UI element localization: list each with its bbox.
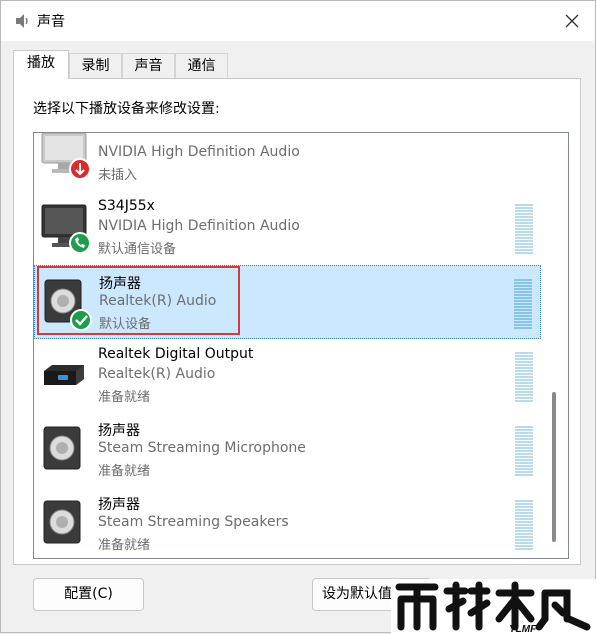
title-bar: 声音 bbox=[1, 1, 595, 41]
device-name: 扬声器 bbox=[98, 423, 140, 439]
device-driver: NVIDIA High Definition Audio bbox=[98, 144, 300, 160]
device-name: Realtek Digital Output bbox=[98, 346, 254, 362]
monitor-disconnected-icon bbox=[41, 133, 91, 180]
speaker-title-icon bbox=[16, 14, 28, 28]
device-driver: NVIDIA High Definition Audio bbox=[98, 218, 300, 234]
close-icon bbox=[565, 14, 579, 28]
phone-badge-icon bbox=[69, 232, 91, 254]
instruction-text: 选择以下播放设备来修改设置: bbox=[33, 101, 220, 117]
watermark-logo: YLMF bbox=[391, 579, 596, 634]
tab-recording[interactable]: 录制 bbox=[69, 53, 122, 78]
vertical-scrollbar[interactable] bbox=[540, 133, 568, 558]
monitor-icon bbox=[41, 204, 91, 254]
device-driver: Realtek(R) Audio bbox=[98, 366, 216, 382]
device-item[interactable]: 扬声器 Steam Streaming Microphone 准备就绪 bbox=[34, 413, 541, 487]
digital-output-icon bbox=[44, 365, 84, 385]
device-item[interactable]: 扬声器 Steam Streaming Speakers 准备就绪 bbox=[34, 487, 541, 558]
device-item[interactable]: S34J55x NVIDIA High Definition Audio 默认通… bbox=[34, 191, 541, 265]
device-item-selected[interactable]: 扬声器 Realtek(R) Audio 默认设备 bbox=[34, 265, 541, 339]
volume-meter bbox=[515, 500, 533, 550]
volume-meter bbox=[515, 204, 533, 254]
device-status: 准备就绪 bbox=[98, 390, 151, 405]
window-title: 声音 bbox=[37, 14, 65, 30]
device-driver: Steam Streaming Speakers bbox=[98, 514, 289, 530]
volume-meter bbox=[514, 279, 532, 329]
configure-button[interactable]: 配置(C) bbox=[33, 578, 144, 611]
speaker-icon bbox=[43, 426, 81, 470]
volume-meter bbox=[515, 352, 533, 402]
device-status: 准备就绪 bbox=[98, 538, 151, 553]
tab-communications[interactable]: 通信 bbox=[175, 53, 228, 78]
speaker-icon bbox=[43, 500, 81, 544]
annotation-highlight-box bbox=[37, 266, 240, 335]
tab-panel: 选择以下播放设备来修改设置: NVIDIA High Definition Au… bbox=[13, 78, 581, 565]
device-driver: Steam Streaming Microphone bbox=[98, 440, 306, 456]
tab-sounds[interactable]: 声音 bbox=[122, 53, 175, 78]
tab-playback[interactable]: 播放 bbox=[13, 50, 69, 79]
device-list[interactable]: NVIDIA High Definition Audio 未插入 S34J55x… bbox=[33, 132, 569, 559]
scrollbar-thumb[interactable] bbox=[552, 392, 556, 542]
close-button[interactable] bbox=[549, 1, 595, 41]
device-status: 未插入 bbox=[98, 168, 138, 183]
device-name: S34J55x bbox=[98, 198, 155, 214]
device-status: 默认通信设备 bbox=[98, 242, 177, 257]
unplugged-badge-icon bbox=[69, 158, 91, 180]
device-item[interactable]: NVIDIA High Definition Audio 未插入 bbox=[34, 133, 541, 191]
device-name: 扬声器 bbox=[98, 497, 140, 513]
volume-meter bbox=[515, 426, 533, 476]
device-item[interactable]: Realtek Digital Output Realtek(R) Audio … bbox=[34, 339, 541, 413]
device-status: 准备就绪 bbox=[98, 464, 151, 479]
sound-dialog: 声音 播放 录制 声音 通信 选择以下播放设备来修改设置: NVIDIA Hig… bbox=[0, 0, 596, 634]
